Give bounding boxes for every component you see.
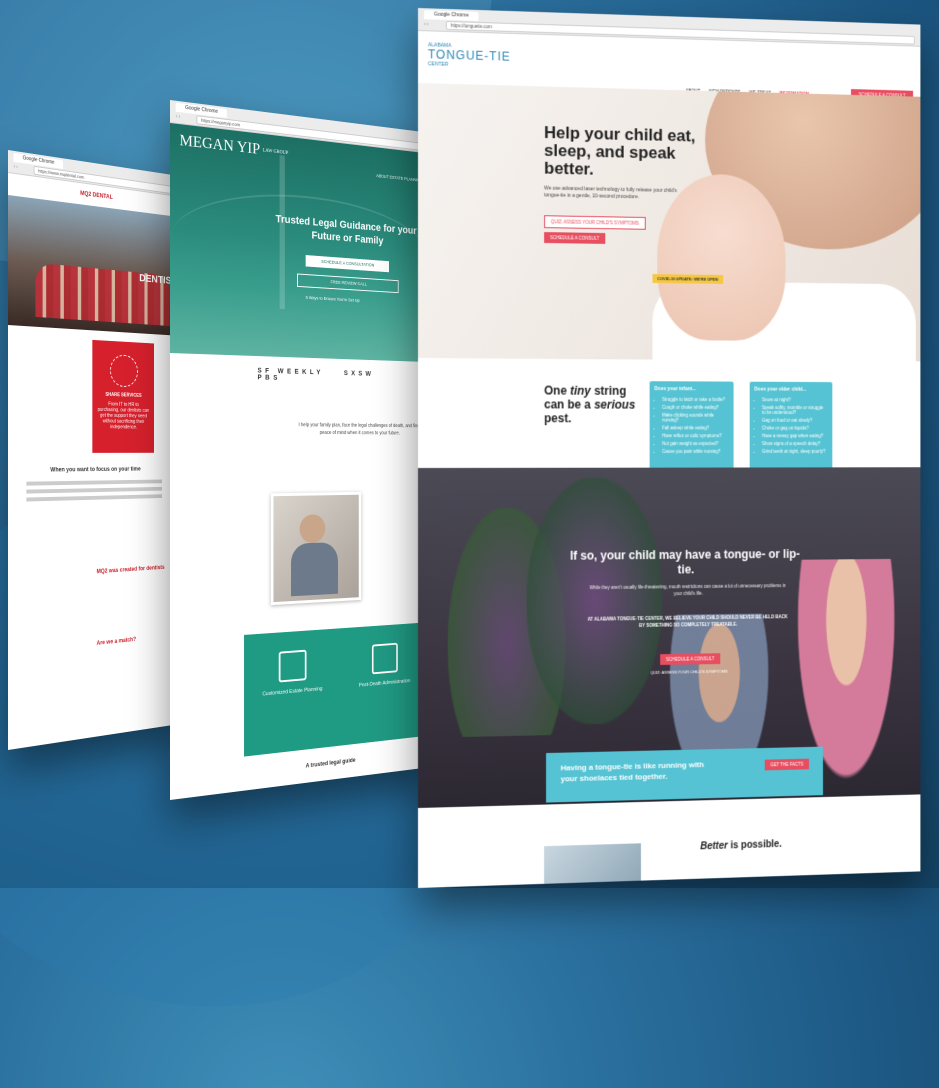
assess-button[interactable]: QUIZ: ASSESS YOUR CHILD'S SYMPTOMS xyxy=(544,215,646,230)
pest-heading: One tiny string can be a serious pest. xyxy=(544,383,636,426)
list-item: Make clicking sounds while nursing? xyxy=(662,413,729,423)
intro-text: I help your family plan, face the legal … xyxy=(298,422,420,437)
person-head xyxy=(299,514,326,544)
services-band: Customized Estate Planning Post-Death Ad… xyxy=(244,622,429,757)
hero-section: Help your child eat, sleep, and speak be… xyxy=(418,83,921,362)
hero-headline: Help your child eat, sleep, and speak be… xyxy=(544,123,696,179)
section-heading: If so, your child may have a tongue- or … xyxy=(570,547,800,577)
house-icon xyxy=(278,649,307,683)
service-label: Customized Estate Planning xyxy=(262,686,323,698)
covid-badge[interactable]: COVID-19 UPDATE: WE'RE OPEN xyxy=(652,274,723,284)
press-logo: PBS xyxy=(257,374,281,382)
services-card[interactable]: SHARE SERVICES From IT to HR to purchasi… xyxy=(92,339,154,453)
browser-tab[interactable]: Google Chrome xyxy=(423,10,479,21)
better-section: Better is possible. xyxy=(418,794,921,888)
footer-heading: A trusted legal guide xyxy=(305,757,356,770)
browser-window-tongue-tie: Google Chrome ‹ › https://tonguetie.com … xyxy=(418,8,921,888)
press-logos: SF WEEKLY SXSW PBS xyxy=(257,368,428,386)
facts-banner: Having a tongue-tie is like running with… xyxy=(546,746,823,803)
schedule-button[interactable]: SCHEDULE A CONSULT xyxy=(660,653,720,665)
better-heading: Better is possible. xyxy=(700,839,782,853)
nav-arrows-icon[interactable]: ‹ › xyxy=(176,114,180,121)
section-heading-2: MQ2 was created for dentists xyxy=(96,565,165,576)
hero-subtext: We use advanced laser technology to full… xyxy=(544,185,678,201)
symptom-list: Snore at night? Speak softly, mumble or … xyxy=(754,397,827,454)
card-title: Does your infant... xyxy=(654,386,697,393)
list-item: Cough or choke while eating? xyxy=(662,405,729,410)
main-nav[interactable]: ABOUT ESTATE PLANNING xyxy=(376,173,422,183)
hero-section: MEGAN YIP LAW GROUP ABOUT ESTATE PLANNING… xyxy=(170,123,429,363)
card-text: From IT to HR to purchasing, our dentist… xyxy=(97,401,150,431)
card-title: SHARE SERVICES xyxy=(105,391,142,399)
list-item: Speak softly, mumble or struggle to be u… xyxy=(762,405,828,415)
list-item: Show signs of a speech delay? xyxy=(762,441,828,446)
section-text: While they aren't usually life-threateni… xyxy=(589,583,786,597)
press-logo: SXSW xyxy=(343,370,375,378)
banner-text: Having a tongue-tie is like running with… xyxy=(560,760,705,784)
nav-arrows-icon[interactable]: ‹ › xyxy=(424,21,429,27)
service-card[interactable]: Customized Estate Planning xyxy=(257,648,327,698)
team-photo xyxy=(35,262,170,327)
text-line xyxy=(26,486,162,494)
list-item: Not gain weight as expected? xyxy=(662,441,729,446)
site-logo[interactable]: ALABAMA TONGUE-TIE CENTER xyxy=(428,41,511,71)
match-heading: Are we a match? xyxy=(96,637,137,647)
network-icon xyxy=(109,354,138,388)
section-heading: When you want to focus on your time xyxy=(50,466,141,474)
list-item: Have reflux or colic symptoms? xyxy=(662,433,729,438)
aquarium-plant xyxy=(526,477,663,726)
browser-window-megan-yip: Google Chrome ‹ › https://meganyip.com M… xyxy=(170,100,429,800)
list-item: Fall asleep while eating? xyxy=(662,425,729,430)
document-icon xyxy=(371,642,398,675)
text-line xyxy=(26,479,162,486)
schedule-button[interactable]: SCHEDULE A CONSULT xyxy=(544,232,605,244)
section-image xyxy=(544,843,641,886)
list-item: Cause you pain while nursing? xyxy=(662,449,729,454)
list-item: Gag on food or eat slowly? xyxy=(762,418,828,423)
nav-arrows-icon[interactable]: ‹ › xyxy=(14,164,18,171)
site-logo[interactable]: MEGAN YIP LAW GROUP xyxy=(179,132,288,162)
text-line xyxy=(26,494,162,502)
hero-image: DENTIS xyxy=(8,195,178,336)
card-title: Does your older child... xyxy=(754,386,807,393)
person-body xyxy=(290,542,338,597)
section-bold-text: AT ALABAMA TONGUE-TIE CENTER, WE BELIEVE… xyxy=(587,614,788,628)
list-item: Struggle to latch or take a bottle? xyxy=(662,397,729,402)
consultation-photo xyxy=(270,491,362,606)
get-facts-button[interactable]: GET THE FACTS xyxy=(764,758,809,771)
list-item: Choke or gag on liquids? xyxy=(762,426,828,431)
service-card[interactable]: Post-Death Administration xyxy=(352,641,417,689)
list-item: Grind teeth at night, sleep poorly? xyxy=(762,449,828,454)
body-section: When you want to focus on your time xyxy=(17,467,170,506)
list-item: Have a messy gap when eating? xyxy=(762,433,828,438)
symptom-list: Struggle to latch or take a bottle? Coug… xyxy=(654,397,728,454)
browser-window-mq2-dental: Google Chrome ‹ › https://www.mqdental.c… xyxy=(8,150,178,750)
list-item: Snore at night? xyxy=(762,397,828,402)
service-label: Post-Death Administration xyxy=(358,678,411,689)
